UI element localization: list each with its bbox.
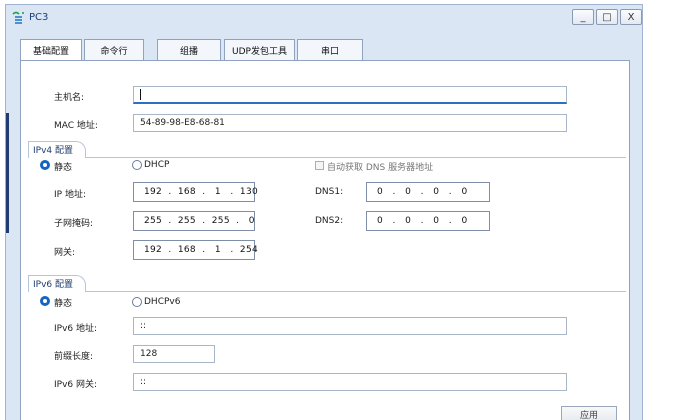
ipv6-static-radio[interactable] bbox=[40, 296, 50, 306]
ipv6-group-title: IPv6 配置 bbox=[33, 279, 73, 290]
close-button[interactable]: X bbox=[620, 9, 642, 25]
tab-serial[interactable]: 串口 bbox=[297, 39, 363, 60]
ipv6-group-line bbox=[28, 291, 626, 292]
window-title: PC3 bbox=[29, 12, 49, 23]
ipv4-static-label: 静态 bbox=[54, 163, 73, 173]
subnet-mask-input[interactable]: 255 . 255 . 255 . 0 bbox=[133, 211, 255, 231]
dns2-input[interactable]: 0 . 0 . 0 . 0 bbox=[366, 211, 490, 231]
maximize-icon: □ bbox=[602, 11, 612, 23]
subnet-mask-label: 子网掩码: bbox=[54, 219, 94, 229]
gateway-input[interactable]: 192 . 168 . 1 . 254 bbox=[133, 240, 258, 260]
ipv6-gateway-label: IPv6 网关: bbox=[54, 380, 98, 390]
prefix-length-label: 前缀长度: bbox=[54, 352, 94, 362]
ipv6-gateway-input[interactable]: :: bbox=[133, 373, 567, 391]
pc-app-icon bbox=[12, 11, 25, 24]
close-icon: X bbox=[627, 11, 635, 23]
minimize-icon: _ bbox=[580, 11, 586, 23]
ipv6-static-label: 静态 bbox=[54, 299, 73, 309]
title-bar: PC3 _ □ X bbox=[6, 5, 642, 30]
window-edge bbox=[6, 113, 9, 233]
dns1-label: DNS1: bbox=[315, 187, 344, 197]
ipv6-dhcp-label: DHCPv6 bbox=[144, 297, 181, 307]
apply-button[interactable]: 应用 bbox=[561, 406, 617, 420]
minimize-button[interactable]: _ bbox=[572, 9, 594, 25]
ipv4-group-line bbox=[28, 157, 626, 158]
tab-udp-tool[interactable]: UDP发包工具 bbox=[224, 39, 295, 60]
text-caret bbox=[140, 89, 141, 100]
gateway-label: 网关: bbox=[54, 248, 76, 258]
hostname-input[interactable] bbox=[133, 86, 567, 104]
dns2-label: DNS2: bbox=[315, 216, 344, 226]
maximize-button[interactable]: □ bbox=[596, 9, 618, 25]
pc3-window: PC3 _ □ X 基础配置 命令行 组播 UDP发包工具 串口 主机名: MA… bbox=[5, 4, 643, 420]
tab-multicast[interactable]: 组播 bbox=[157, 39, 221, 60]
ipv4-dhcp-label: DHCP bbox=[144, 160, 170, 170]
auto-dns-checkbox[interactable] bbox=[315, 161, 324, 170]
prefix-length-input[interactable]: 128 bbox=[133, 345, 215, 363]
ipv4-dhcp-radio[interactable] bbox=[132, 160, 142, 170]
tab-basic-config[interactable]: 基础配置 bbox=[20, 39, 82, 61]
ipv4-static-radio[interactable] bbox=[40, 160, 50, 170]
ipv6-dhcp-radio[interactable] bbox=[132, 297, 142, 307]
mac-address-field[interactable]: 54-89-98-E8-68-81 bbox=[133, 114, 567, 132]
hostname-label: 主机名: bbox=[54, 93, 85, 103]
basic-config-panel: 主机名: MAC 地址: 54-89-98-E8-68-81 IPv4 配置 静… bbox=[20, 60, 630, 420]
ip-address-input[interactable]: 192 . 168 . 1 . 130 bbox=[133, 182, 258, 202]
mac-label: MAC 地址: bbox=[54, 121, 98, 131]
ipv6-address-input[interactable]: :: bbox=[133, 317, 567, 335]
ipv6-address-label: IPv6 地址: bbox=[54, 324, 98, 334]
ipv4-group-title: IPv4 配置 bbox=[33, 145, 73, 156]
auto-dns-label: 自动获取 DNS 服务器地址 bbox=[327, 163, 434, 173]
ip-address-label: IP 地址: bbox=[54, 190, 86, 200]
tab-command-line[interactable]: 命令行 bbox=[84, 39, 144, 60]
dns1-input[interactable]: 0 . 0 . 0 . 0 bbox=[366, 182, 490, 202]
